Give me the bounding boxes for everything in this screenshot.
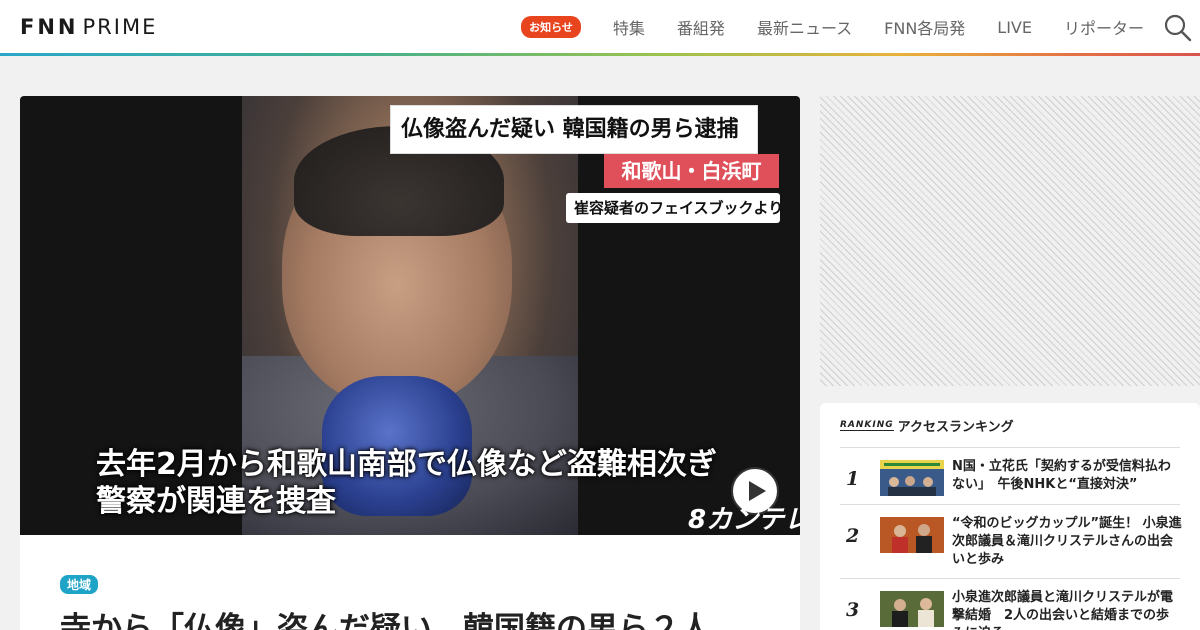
caption-source: 崔容疑者のフェイスブックより [566,193,783,223]
nav-item-programs[interactable]: 番組発 [677,15,725,39]
broadcaster-logo: 8カンテレ [688,505,800,535]
nav-item-fnn-stations[interactable]: FNN各局発 [884,15,965,39]
caption-place: 和歌山・白浜町 [604,154,779,188]
site-header: FNN PRIME お知らせ 特集 番組発 最新ニュース FNN各局発 LIVE… [0,0,1200,54]
subtitle-line-1: 去年2月から和歌山南部で仏像など盗難相次ぎ [96,447,717,482]
ranking-item-3[interactable]: 3 小泉進次郎議員と滝川クリステルが電撃結婚 2人の出会いと結婚までの歩みに迫る [840,578,1180,630]
rank-number: 2 [846,525,860,547]
nav-item-reporters[interactable]: リポーター [1064,15,1144,39]
logo-main: FNN [20,15,79,39]
main-nav: お知らせ 特集 番組発 最新ニュース FNN各局発 LIVE リポーター [521,0,1144,54]
ranking-thumbnail [880,460,944,496]
search-icon[interactable] [1164,14,1192,42]
video-subtitle: 去年2月から和歌山南部で仏像など盗難相次ぎ 警察が関連を捜査 [96,446,717,520]
nav-item-features[interactable]: 特集 [613,15,645,39]
logo-sub: PRIME [82,15,158,39]
header-color-rule [0,53,1200,56]
article-headline: 寺から「仏像」盗んだ疑い 韓国籍の男ら２人 [60,611,711,630]
ranking-item-title: “令和のビッグカップル”誕生！ 小泉進次郎議員＆滝川クリステルさんの出会いと歩み [952,516,1182,567]
ranking-panel: RANKING アクセスランキング 1 N国・立花氏「契約するが受信料払わない」… [820,403,1200,630]
rank-number: 3 [846,599,860,621]
ranking-logo: RANKING [840,420,894,431]
hero-video[interactable]: 仏像盗んだ疑い 韓国籍の男ら逮捕 和歌山・白浜町 崔容疑者のフェイスブックより … [20,96,800,535]
rank-number: 1 [846,468,860,490]
ranking-item-title: 小泉進次郎議員と滝川クリステルが電撃結婚 2人の出会いと結婚までの歩みに迫る [952,590,1174,630]
ranking-item-2[interactable]: 2 “令和のビッグカップル”誕生！ 小泉進次郎議員＆滝川クリステルさんの出会いと… [840,504,1182,578]
ad-slot [820,96,1200,386]
ranking-title: アクセスランキング [897,420,1014,435]
nav-item-live[interactable]: LIVE [997,18,1032,37]
ranking-item-title: N国・立花氏「契約するが受信料払わない」 午後NHKと“直接対決” [952,459,1171,492]
ranking-thumbnail [880,591,944,627]
ranking-header: RANKING アクセスランキング [840,416,1014,435]
category-tag[interactable]: 地域 [60,575,99,594]
nav-item-latest-news[interactable]: 最新ニュース [757,15,852,39]
caption-main: 仏像盗んだ疑い 韓国籍の男ら逮捕 [391,106,757,153]
subtitle-line-2: 警察が関連を捜査 [96,484,336,519]
fnn-prime-logo[interactable]: FNN PRIME [20,15,157,39]
notice-badge[interactable]: お知らせ [521,16,581,38]
ranking-thumbnail [880,517,944,553]
article-body: 地域 寺から「仏像」盗んだ疑い 韓国籍の男ら２人 [20,535,800,630]
